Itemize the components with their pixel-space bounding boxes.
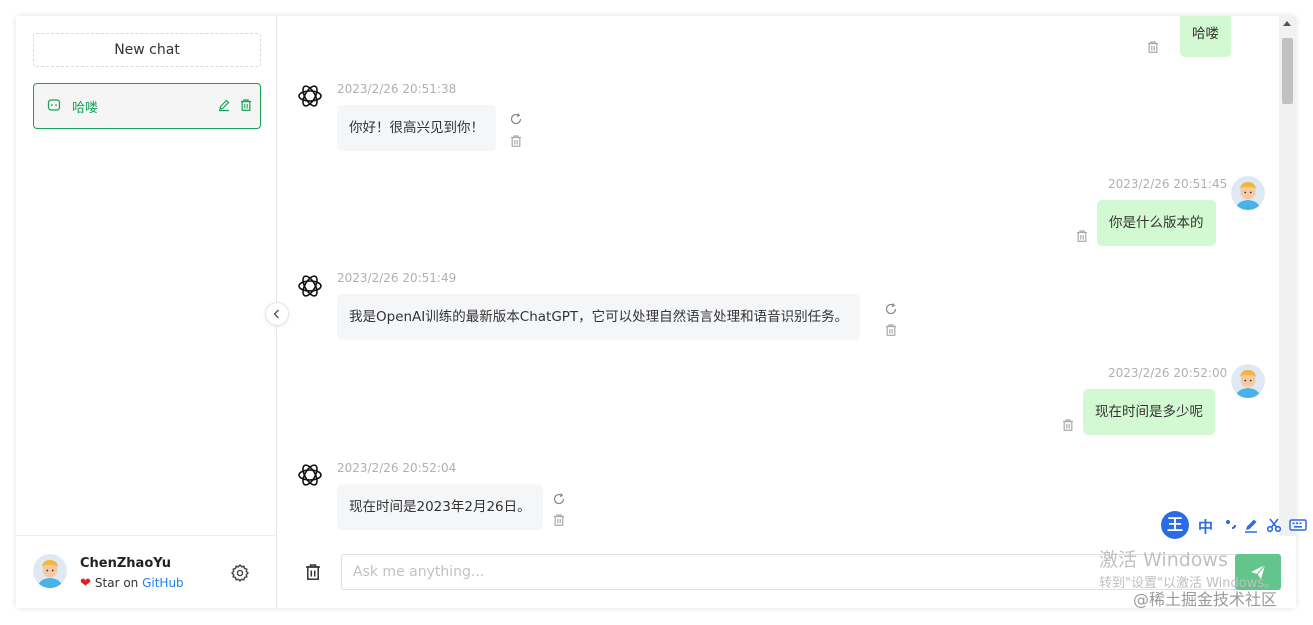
ime-logo[interactable]: 王 <box>1161 511 1189 539</box>
chevron-left-icon <box>273 309 279 319</box>
scissors-icon[interactable] <box>1266 517 1282 533</box>
sidebar: New chat 哈喽 ChenZhaoYu ❤ Star on GitHub <box>16 16 277 608</box>
clear-chat-button[interactable] <box>303 562 323 582</box>
punctuation-icon[interactable] <box>1223 517 1239 533</box>
site-watermark: @稀土掘金技术社区 <box>1133 590 1278 609</box>
scroll-thumb[interactable] <box>1282 38 1293 104</box>
collapse-sidebar-button[interactable] <box>265 302 289 326</box>
ime-toolbar: 王 中 <box>1161 511 1313 539</box>
trash-icon[interactable] <box>884 322 898 336</box>
openai-logo-icon <box>296 82 324 110</box>
message-time: 2023/2/26 20:52:04 <box>337 461 457 475</box>
star-line: ❤ Star on GitHub <box>80 576 184 591</box>
conversation-title: 哈喽 <box>72 101 99 116</box>
trash-icon[interactable] <box>1061 417 1075 431</box>
trash-icon[interactable] <box>509 133 523 147</box>
user-message: 你是什么版本的 <box>1097 200 1216 246</box>
user-message: 现在时间是多少呢 <box>1083 389 1215 435</box>
edit-icon[interactable] <box>217 97 231 116</box>
avatar <box>1231 364 1265 398</box>
keyboard-icon[interactable] <box>1289 517 1307 533</box>
assistant-message: 现在时间是2023年2月26日。 <box>337 484 543 530</box>
gear-icon[interactable] <box>230 563 250 583</box>
conversation-item[interactable]: 哈喽 <box>33 83 261 129</box>
trash-icon[interactable] <box>239 97 253 116</box>
scroll-up-arrow[interactable] <box>1283 21 1291 26</box>
star-text: Star on <box>94 576 143 590</box>
github-link[interactable]: GitHub <box>142 576 184 590</box>
refresh-icon[interactable] <box>552 491 566 505</box>
trash-icon[interactable] <box>1146 39 1160 53</box>
openai-logo-icon <box>296 461 324 489</box>
trash-icon[interactable] <box>1075 228 1089 242</box>
edit-icon[interactable] <box>1243 517 1259 533</box>
activate-windows-title: 激活 Windows <box>1099 549 1228 571</box>
refresh-icon[interactable] <box>884 301 898 315</box>
refresh-icon[interactable] <box>509 111 523 125</box>
message-icon <box>47 97 61 116</box>
avatar <box>33 554 67 588</box>
avatar <box>1231 176 1265 210</box>
assistant-message: 你好！很高兴见到你！ <box>337 105 496 151</box>
assistant-message: 我是OpenAI训练的最新版本ChatGPT，它可以处理自然语言处理和语音识别任… <box>337 294 861 340</box>
trash-icon <box>306 564 320 580</box>
scrollbar[interactable] <box>1279 16 1296 536</box>
message-time: 2023/2/26 20:51:49 <box>337 271 457 285</box>
trash-icon[interactable] <box>552 512 566 526</box>
message-time: 2023/2/26 20:51:38 <box>337 82 457 96</box>
app-window: New chat 哈喽 ChenZhaoYu ❤Star on GitHub <box>16 16 1296 608</box>
new-chat-button[interactable]: New chat <box>33 33 261 67</box>
user-message: 哈喽 <box>1180 16 1231 57</box>
message-time: 2023/2/26 20:52:00 <box>1108 366 1228 380</box>
heart-icon: ❤ <box>80 576 91 591</box>
user-name: ChenZhaoYu <box>80 556 171 571</box>
ime-language-toggle[interactable]: 中 <box>1198 516 1213 537</box>
user-profile: ChenZhaoYu ❤ Star on GitHub <box>16 535 276 608</box>
chat-panel: 哈喽 2023/2/26 20:51:38 你好！很高兴见到你！ 2023/2/… <box>277 16 1296 608</box>
openai-logo-icon <box>296 272 324 300</box>
message-time: 2023/2/26 20:51:45 <box>1108 177 1228 191</box>
